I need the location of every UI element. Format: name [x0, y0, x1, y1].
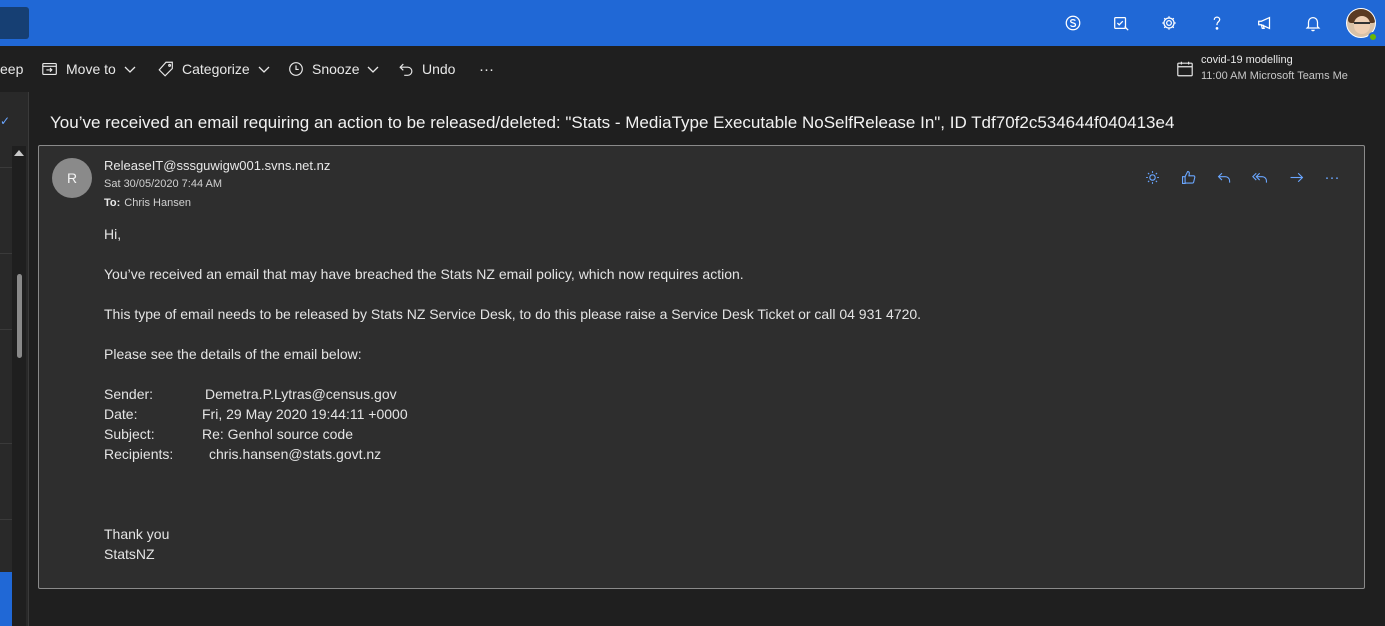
bell-icon[interactable]	[1289, 0, 1337, 46]
message-actions: ···	[1134, 166, 1350, 188]
settings-icon[interactable]	[1145, 0, 1193, 46]
list-item[interactable]	[0, 178, 12, 254]
body-paragraph: This type of email needs to be released …	[104, 306, 922, 322]
message-subject: You’ve received an email requiring an ac…	[50, 113, 1175, 132]
selected-list-item[interactable]	[0, 572, 12, 626]
move-to-button[interactable]: Move to	[41, 46, 136, 92]
search-box[interactable]	[0, 7, 29, 39]
tag-icon	[158, 61, 173, 77]
signature: StatsNZ	[104, 546, 155, 562]
closing: Thank you	[104, 526, 170, 542]
sweep-label: eep	[0, 61, 24, 77]
detail-label: Subject:	[104, 426, 155, 442]
folder-move-icon	[42, 63, 57, 75]
list-item[interactable]	[0, 254, 12, 330]
scrollbar-thumb[interactable]	[17, 274, 22, 358]
chevron-down-icon	[258, 66, 270, 73]
snooze-label: Snooze	[312, 61, 360, 77]
header-icons	[1049, 0, 1385, 46]
presence-icon	[1368, 32, 1378, 42]
tasks-icon[interactable]	[1097, 0, 1145, 46]
undo-button[interactable]: Undo	[397, 46, 455, 92]
meeting-reminder[interactable]: covid-19 modelling 11:00 AM Microsoft Te…	[1176, 53, 1376, 85]
recipient-line: To: Chris Hansen	[104, 197, 191, 209]
greeting: Hi,	[104, 226, 122, 242]
recipient-name[interactable]: Chris Hansen	[124, 197, 191, 209]
sender-avatar[interactable]: R	[52, 158, 92, 198]
detail-value: Demetra.P.Lytras@census.gov	[205, 386, 397, 402]
message-list-edge: ✓	[0, 92, 29, 626]
reply-all-icon[interactable]	[1242, 166, 1278, 188]
reading-pane: You’ve received an email requiring an ac…	[30, 92, 1385, 626]
snooze-button[interactable]: Snooze	[287, 46, 379, 92]
app-header	[0, 0, 1385, 46]
detail-value: chris.hansen@stats.govt.nz	[209, 446, 382, 462]
scrollbar[interactable]	[12, 146, 26, 626]
feedback-icon[interactable]	[1241, 0, 1289, 46]
detail-value: Re: Genhol source code	[202, 426, 353, 442]
help-icon[interactable]	[1193, 0, 1241, 46]
forward-icon[interactable]	[1278, 166, 1314, 188]
reply-icon[interactable]	[1206, 166, 1242, 188]
list-item[interactable]	[0, 444, 12, 520]
message-card: R ReleaseIT@sssguwigw001.svns.net.nz Sat…	[38, 145, 1365, 589]
body-paragraph: You’ve received an email that may have b…	[104, 266, 744, 282]
more-icon: ···	[479, 60, 494, 78]
undo-label: Undo	[422, 61, 456, 77]
like-icon[interactable]	[1170, 166, 1206, 188]
list-item[interactable]	[0, 92, 12, 168]
detail-label: Date:	[104, 406, 138, 422]
to-label: To:	[104, 197, 121, 209]
chevron-down-icon	[368, 66, 379, 73]
chevron-down-icon	[124, 66, 136, 73]
calendar-icon	[1177, 61, 1193, 77]
theme-toggle-icon[interactable]	[1134, 166, 1170, 188]
detail-value: Fri, 29 May 2020 19:44:11 +0000	[202, 406, 408, 422]
clock-icon	[289, 62, 303, 76]
command-bar: eep Move to Categorize Snooze Undo ··· c…	[0, 46, 1385, 92]
detail-label: Recipients:	[104, 446, 174, 462]
list-item[interactable]	[0, 368, 12, 444]
reminder-title: covid-19 modelling	[1201, 54, 1293, 66]
sweep-button[interactable]: eep	[0, 46, 23, 92]
more-actions-button[interactable]: ···	[479, 46, 494, 92]
body-paragraph: Please see the details of the email belo…	[104, 346, 362, 362]
reminder-detail: 11:00 AM Microsoft Teams Me	[1201, 70, 1348, 82]
message-date: Sat 30/05/2020 7:44 AM	[104, 178, 223, 190]
undo-icon	[399, 63, 413, 76]
avatar-glasses	[1354, 22, 1370, 26]
more-options-icon[interactable]: ···	[1314, 166, 1350, 188]
skype-icon[interactable]	[1049, 0, 1097, 46]
move-to-label: Move to	[66, 61, 116, 77]
detail-label: Sender:	[104, 386, 154, 402]
categorize-label: Categorize	[182, 61, 250, 77]
categorize-button[interactable]: Categorize	[157, 46, 270, 92]
scroll-up-icon[interactable]	[14, 150, 24, 156]
sender-address[interactable]: ReleaseIT@sssguwigw001.svns.net.nz	[104, 158, 330, 173]
